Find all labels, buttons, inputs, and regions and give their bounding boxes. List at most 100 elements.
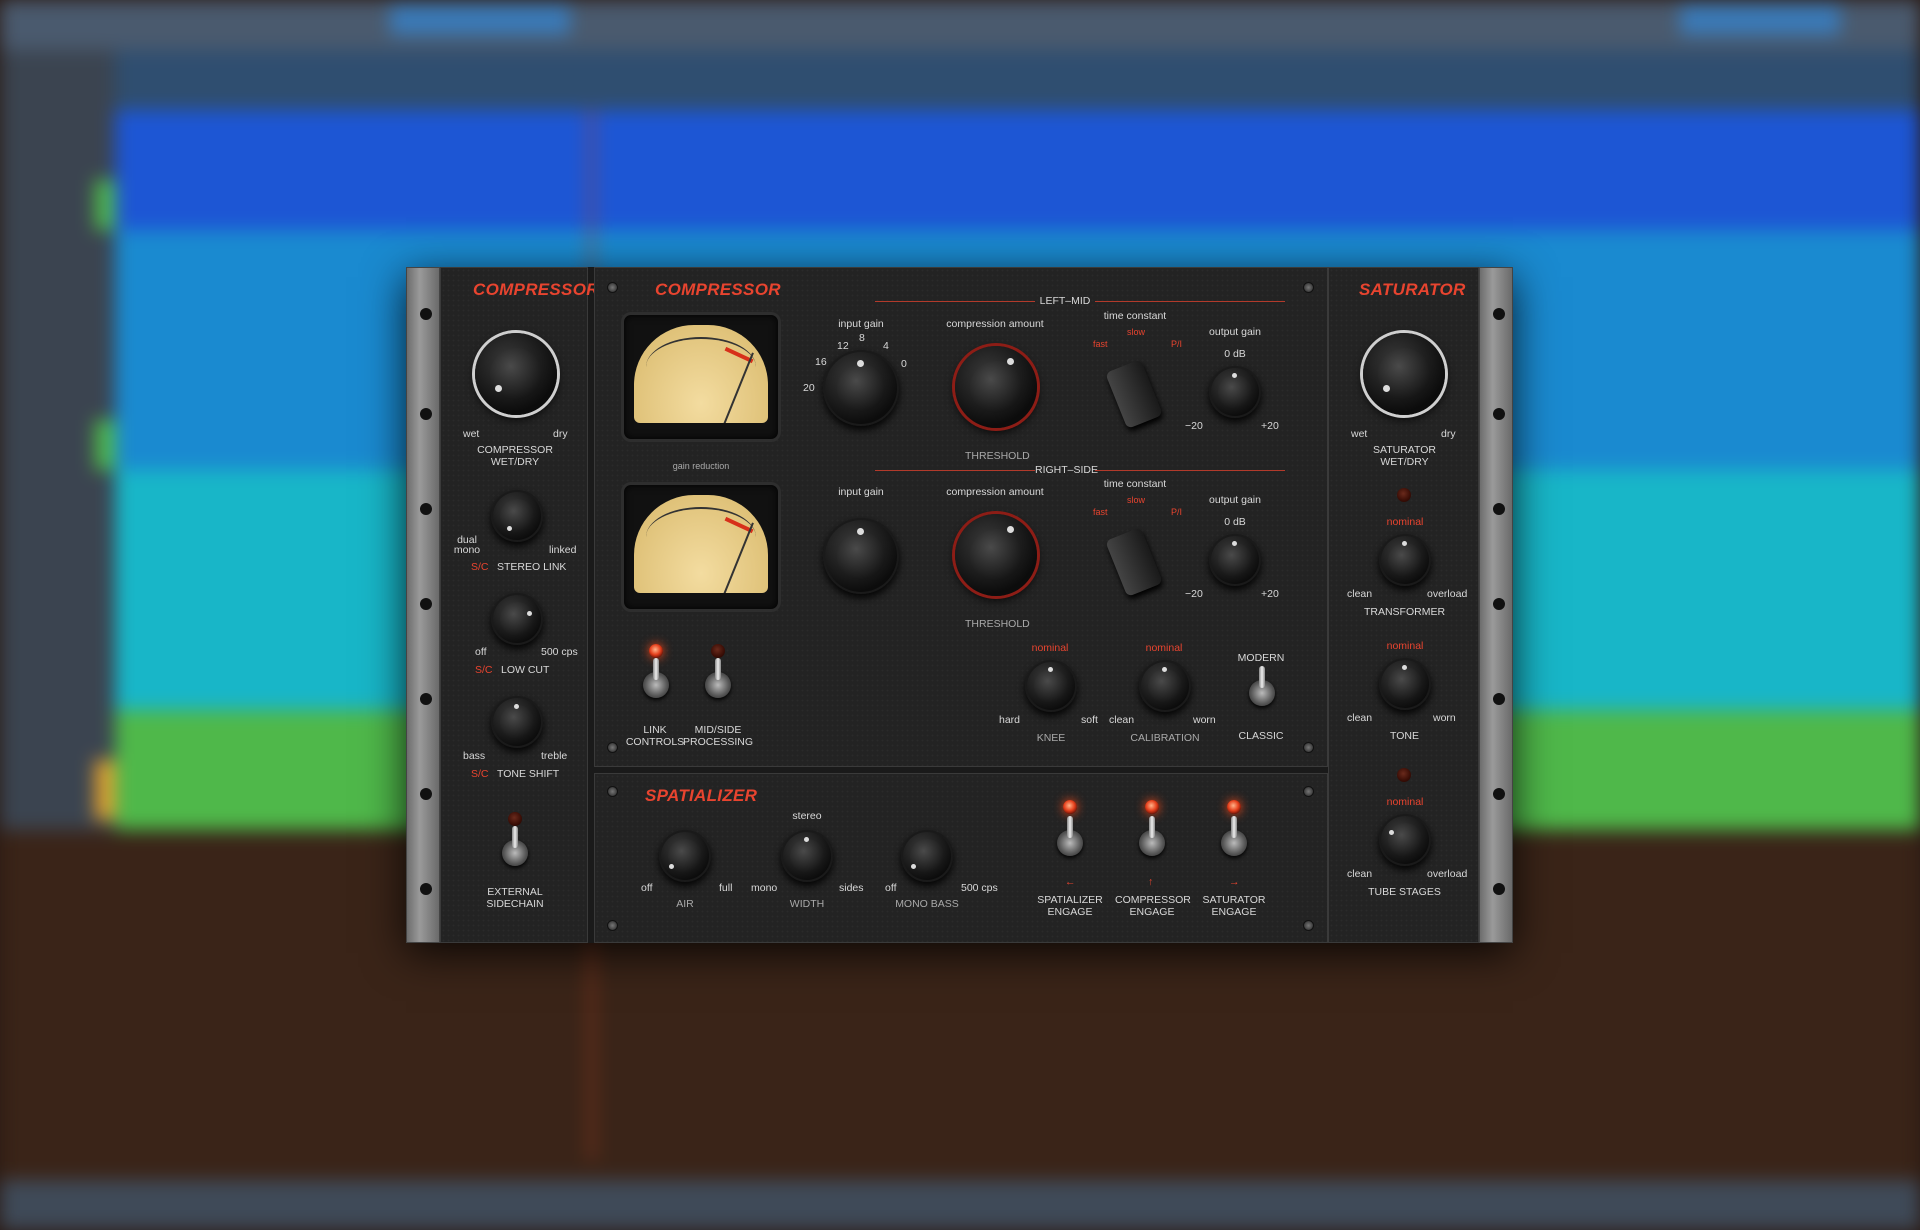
saturator-engage-toggle[interactable] bbox=[1221, 816, 1247, 856]
left-mid-output-center: 0 dB bbox=[1224, 348, 1246, 360]
tone-shift-min-label: bass bbox=[463, 750, 486, 762]
right-side-output-gain-knob[interactable] bbox=[1209, 534, 1261, 586]
left-mid-output-gain-knob[interactable] bbox=[1209, 366, 1261, 418]
air-knob[interactable] bbox=[659, 830, 711, 882]
right-side-threshold-knob[interactable] bbox=[955, 514, 1037, 596]
right-side-threshold-label: THRESHOLD bbox=[965, 618, 1030, 630]
mono-bass-label: MONO BASS bbox=[895, 898, 959, 910]
mode-modern-label: MODERN bbox=[1237, 652, 1285, 664]
low-cut-min-label: off bbox=[475, 646, 487, 658]
left-mid-input-scale-0: 0 bbox=[901, 358, 907, 370]
compressor-dry-label: dry bbox=[553, 428, 568, 440]
transformer-knob[interactable] bbox=[1379, 534, 1431, 586]
compressor-engage-label-2: ENGAGE bbox=[1129, 906, 1175, 918]
right-side-output-center: 0 dB bbox=[1224, 516, 1246, 528]
low-cut-max-label: 500 cps bbox=[541, 646, 578, 658]
link-controls-label-2: CONTROLS bbox=[625, 736, 685, 748]
calibration-knob[interactable] bbox=[1139, 660, 1191, 712]
air-max: full bbox=[719, 882, 733, 894]
saturator-title: SATURATOR bbox=[1359, 280, 1466, 299]
width-knob[interactable] bbox=[781, 830, 833, 882]
mid-side-toggle[interactable] bbox=[705, 658, 731, 698]
left-mid-input-gain-knob[interactable] bbox=[823, 350, 899, 426]
compressor-main-title: COMPRESSOR bbox=[655, 280, 781, 299]
tone-label: TONE bbox=[1390, 730, 1419, 742]
compressor-engage-toggle[interactable] bbox=[1139, 816, 1165, 856]
saturator-engage-label: SATURATOR bbox=[1202, 894, 1266, 906]
left-mid-input-scale-16: 16 bbox=[815, 356, 827, 368]
transformer-min: clean bbox=[1347, 588, 1373, 600]
mid-side-led bbox=[711, 644, 725, 658]
width-min: mono bbox=[751, 882, 778, 894]
right-side-time-constant-label: time constant bbox=[1103, 478, 1167, 490]
width-max: sides bbox=[839, 882, 864, 894]
left-mid-output-gain-label: output gain bbox=[1209, 326, 1261, 338]
left-mid-compression-amount-label: compression amount bbox=[946, 318, 1044, 330]
left-mid-time-pi: P/I bbox=[1171, 339, 1183, 349]
spatializer-title: SPATIALIZER bbox=[645, 786, 758, 805]
left-mid-time-constant-selector[interactable] bbox=[1105, 359, 1163, 429]
mono-bass-knob[interactable] bbox=[901, 830, 953, 882]
stereo-link-knob[interactable] bbox=[491, 490, 543, 542]
left-mid-output-min: −20 bbox=[1185, 420, 1203, 432]
stereo-link-prefix: S/C bbox=[471, 561, 489, 573]
right-side-time-slow: slow bbox=[1127, 495, 1146, 505]
right-side-input-gain-knob[interactable] bbox=[823, 518, 899, 594]
calibration-max: worn bbox=[1193, 714, 1216, 726]
right-side-time-pi: P/I bbox=[1171, 507, 1183, 517]
plugin-window: COMPRESSOR wet dry COMPRESSOR WET/DRY du… bbox=[406, 267, 1513, 943]
gain-reduction-meter-bottom bbox=[621, 482, 781, 612]
transformer-nominal: nominal bbox=[1386, 516, 1424, 528]
compressor-wet-dry-label: COMPRESSOR bbox=[477, 444, 553, 456]
compressor-wet-dry-knob[interactable] bbox=[475, 333, 557, 415]
transformer-led bbox=[1397, 488, 1411, 502]
low-cut-knob[interactable] bbox=[491, 593, 543, 645]
spatializer-engage-toggle[interactable] bbox=[1057, 816, 1083, 856]
right-side-time-constant-selector[interactable] bbox=[1105, 527, 1163, 597]
left-mid-input-gain-label: input gain bbox=[838, 318, 884, 330]
left-mid-threshold-knob[interactable] bbox=[955, 346, 1037, 428]
saturator-panel: SATURATOR wet dry SATURATOR WET/DRY nomi… bbox=[1328, 267, 1479, 943]
right-side-output-gain-label: output gain bbox=[1209, 494, 1261, 506]
air-min: off bbox=[641, 882, 653, 894]
rack-ear-right bbox=[1479, 267, 1513, 943]
link-controls-toggle[interactable] bbox=[643, 658, 669, 698]
spatializer-engage-label-2: ENGAGE bbox=[1047, 906, 1093, 918]
spatializer-engage-arrow: ← bbox=[1065, 876, 1076, 888]
compressor-left-title: COMPRESSOR bbox=[473, 280, 599, 299]
right-side-input-gain-label: input gain bbox=[838, 486, 884, 498]
tone-shift-knob[interactable] bbox=[491, 696, 543, 748]
tube-stages-nominal: nominal bbox=[1386, 796, 1424, 808]
external-sidechain-label: EXTERNAL bbox=[487, 886, 543, 898]
mode-classic-label: CLASSIC bbox=[1238, 730, 1284, 742]
knee-knob[interactable] bbox=[1025, 660, 1077, 712]
calibration-label: CALIBRATION bbox=[1130, 732, 1200, 744]
saturator-wet-dry-label-2: WET/DRY bbox=[1380, 456, 1429, 468]
spatializer-engage-led bbox=[1063, 800, 1077, 814]
saturator-engage-led bbox=[1227, 800, 1241, 814]
right-side-section-label: RIGHT–SIDE bbox=[1035, 464, 1099, 476]
knee-label: KNEE bbox=[1036, 732, 1066, 744]
mono-bass-min: off bbox=[885, 882, 897, 894]
left-mid-section-label: LEFT–MID bbox=[1039, 295, 1091, 307]
external-sidechain-toggle[interactable] bbox=[502, 826, 528, 866]
saturator-wet-dry-knob[interactable] bbox=[1363, 333, 1445, 415]
tone-shift-max-label: treble bbox=[541, 750, 568, 762]
knee-nominal: nominal bbox=[1031, 642, 1069, 654]
left-mid-input-scale-20: 20 bbox=[803, 382, 815, 394]
mode-toggle[interactable] bbox=[1249, 666, 1275, 706]
saturator-engage-label-2: ENGAGE bbox=[1211, 906, 1257, 918]
spatializer-panel: SPATIALIZER off full AIR stereo mono sid… bbox=[594, 773, 1328, 943]
tone-min: clean bbox=[1347, 712, 1373, 724]
right-side-output-min: −20 bbox=[1185, 588, 1203, 600]
tone-knob[interactable] bbox=[1379, 658, 1431, 710]
compressor-wet-label: wet bbox=[463, 428, 480, 440]
tube-stages-led bbox=[1397, 768, 1411, 782]
left-mid-threshold-label: THRESHOLD bbox=[965, 450, 1030, 462]
tube-stages-knob[interactable] bbox=[1379, 814, 1431, 866]
tone-shift-prefix: S/C bbox=[471, 768, 489, 780]
left-mid-input-scale-12: 12 bbox=[837, 340, 849, 352]
left-mid-time-slow: slow bbox=[1127, 327, 1146, 337]
saturator-wet-dry-label: SATURATOR bbox=[1372, 444, 1436, 456]
left-mid-time-constant-label: time constant bbox=[1103, 310, 1167, 322]
